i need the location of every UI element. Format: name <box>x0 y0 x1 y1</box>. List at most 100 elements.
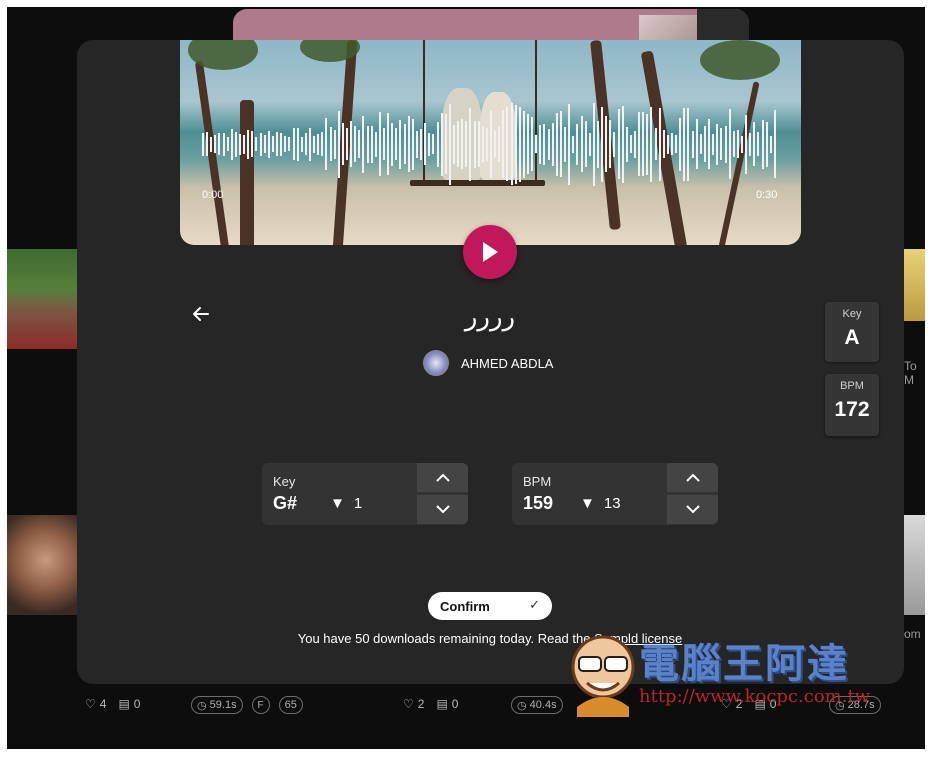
waveform-bar <box>733 131 735 157</box>
waveform-bar <box>317 134 319 155</box>
waveform-bar <box>243 135 245 154</box>
waveform-bar <box>264 135 266 153</box>
original-key-box: Key A <box>825 302 879 362</box>
waveform-bar <box>642 112 644 176</box>
waveform-bar <box>268 131 270 158</box>
bpm-decrease-button[interactable] <box>667 495 718 524</box>
triangle-down-icon: ▼ <box>330 495 345 512</box>
heart-icon[interactable]: ♡ <box>85 697 96 711</box>
bpm-increase-button[interactable] <box>667 463 718 492</box>
background-thumbnail-face[interactable] <box>7 515 77 615</box>
sample-cover-image: 0:00 0:30 <box>180 40 801 245</box>
waveform-bar <box>375 132 377 157</box>
waveform-bar <box>432 134 434 154</box>
waveform-bar <box>235 132 237 157</box>
confirm-button[interactable]: Confirm ✓ <box>428 592 552 620</box>
waveform-bar <box>379 112 381 176</box>
comment-icon[interactable]: ▤ <box>436 697 447 711</box>
key-stepper-delta: ▼ 1 <box>330 495 362 512</box>
waveform-bar <box>494 131 496 157</box>
waveform-bar <box>708 119 710 169</box>
checkmark-icon: ✓ <box>529 597 540 612</box>
background-thumbnail-right-2[interactable] <box>904 515 925 615</box>
play-button[interactable] <box>463 225 517 279</box>
waveform-bar <box>749 133 751 156</box>
downloads-remaining-text: You have 50 downloads remaining today. R… <box>297 631 591 646</box>
waveform-bar <box>589 133 591 156</box>
waveform-bar <box>704 126 706 162</box>
waveform-bar <box>626 127 628 162</box>
audio-waveform[interactable] <box>202 102 778 186</box>
waveform-bar <box>469 108 471 181</box>
key-stepper-label: Key <box>273 474 296 489</box>
background-thumbnail-woman[interactable] <box>7 249 77 349</box>
original-key-value: A <box>844 326 860 349</box>
waveform-bar <box>729 109 731 179</box>
chevron-down-icon <box>685 505 700 514</box>
comment-icon[interactable]: ▤ <box>118 697 129 711</box>
waveform-bar <box>309 128 311 161</box>
waveform-bar <box>696 119 698 169</box>
waveform-bar <box>692 131 694 158</box>
waveform-bar <box>350 121 352 167</box>
author-link[interactable]: AHMED ABDLA <box>423 350 553 376</box>
waveform-bar <box>634 131 636 158</box>
waveform-bar <box>535 135 537 153</box>
waveform-bar <box>383 128 385 160</box>
waveform-bar <box>564 127 566 162</box>
waveform-bar <box>424 123 426 165</box>
waveform-bar <box>523 111 525 178</box>
waveform-bar <box>214 135 216 153</box>
waveform-bar <box>650 107 652 182</box>
background-card-1-stats: ♡ 4 ▤ 0 <box>85 697 140 711</box>
background-card-1-meta: ◷ 59.1s F 65 <box>191 696 308 714</box>
waveform-bar <box>354 126 356 162</box>
waveform-bar <box>420 129 422 160</box>
original-bpm-label: BPM <box>840 380 864 392</box>
waveform-bar <box>511 103 513 185</box>
waveform-bar <box>404 124 406 164</box>
sample-title: رررر <box>464 302 516 332</box>
key-delta-value: 1 <box>353 495 363 512</box>
waveform-bar <box>231 129 233 160</box>
waveform-bar <box>297 128 299 161</box>
waveform-bar <box>305 133 307 155</box>
chevron-up-icon <box>435 473 450 482</box>
waveform-bar <box>239 134 241 155</box>
heart-icon[interactable]: ♡ <box>403 697 414 711</box>
time-end: 0:30 <box>756 189 778 201</box>
waveform-bar <box>210 137 212 152</box>
avatar[interactable] <box>423 350 449 376</box>
foliage <box>700 40 780 80</box>
waveform-bar <box>601 107 603 182</box>
waveform-bar <box>766 122 768 167</box>
background-card-2-meta: ◷ 40.4s <box>511 696 568 714</box>
waveform-bar <box>560 111 562 177</box>
waveform-bar <box>247 130 249 159</box>
likes-count: 2 <box>417 697 425 711</box>
waveform-bar <box>655 128 657 160</box>
waveform-bar <box>482 127 484 162</box>
waveform-bar <box>223 133 225 156</box>
waveform-bar <box>301 137 303 152</box>
waveform-bar <box>367 126 369 163</box>
waveform-bar <box>399 120 401 169</box>
waveform-bar <box>391 123 393 166</box>
waveform-bar <box>700 134 702 154</box>
key-increase-button[interactable] <box>417 463 468 492</box>
waveform-bar <box>572 136 574 153</box>
mascot-logo <box>571 635 635 717</box>
waveform-bar <box>585 121 587 167</box>
back-arrow-icon[interactable] <box>190 305 212 327</box>
waveform-bar <box>663 130 665 158</box>
background-thumbnail-right-1[interactable] <box>904 249 925 321</box>
waveform-bar <box>646 114 648 175</box>
bpm-stepper-delta: ▼ 13 <box>580 495 621 512</box>
waveform-bar <box>218 133 220 155</box>
waveform-bar <box>679 118 681 171</box>
bpm-delta-value: 13 <box>603 495 621 512</box>
author-name: AHMED ABDLA <box>461 355 554 371</box>
watermark-url: http://www.kocpc.com.tw <box>639 686 871 707</box>
key-decrease-button[interactable] <box>417 495 468 524</box>
waveform-bar <box>539 125 541 164</box>
